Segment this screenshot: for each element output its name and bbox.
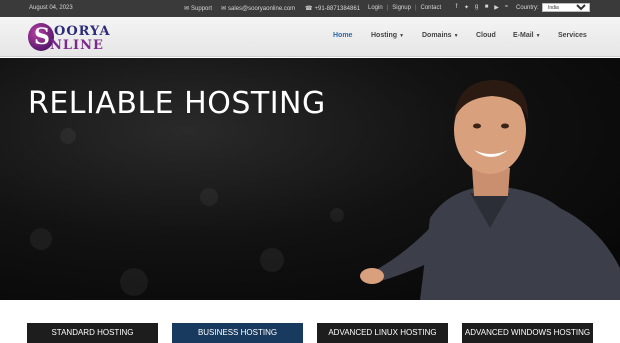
main-nav: Home Hosting ▼ Domains ▼ Cloud E-Mail ▼ Ser… bbox=[0, 32, 620, 44]
tab-standard-hosting[interactable]: STANDARD HOSTING bbox=[27, 323, 158, 343]
nav-email[interactable]: E-Mail ▼ bbox=[513, 32, 541, 39]
bokeh-light bbox=[60, 128, 76, 144]
nav-email-label: E-Mail bbox=[513, 32, 534, 39]
nav-home[interactable]: Home bbox=[333, 32, 352, 39]
nav-hosting-label: Hosting bbox=[371, 32, 398, 39]
nav-hosting[interactable]: Hosting ▼ bbox=[371, 32, 404, 39]
site-header: S OORYA NLINE Home Hosting ▼ Domains ▼ Clo… bbox=[0, 17, 620, 57]
phone-label: +91-8871384861 bbox=[314, 5, 361, 12]
envelope-icon: ✉ bbox=[221, 6, 227, 12]
hero-title: RELIABLE HOSTING bbox=[28, 86, 326, 121]
bokeh-light bbox=[120, 268, 148, 296]
smiling-man-image bbox=[360, 80, 620, 300]
social-links: f ✦ g ■ ▶ ≈ bbox=[454, 4, 509, 11]
bokeh-light bbox=[200, 188, 218, 206]
bokeh-light bbox=[330, 208, 344, 222]
facebook-icon[interactable]: f bbox=[454, 4, 459, 11]
nav-domains[interactable]: Domains ▼ bbox=[422, 32, 459, 39]
support-link[interactable]: ✉ Support bbox=[184, 5, 213, 13]
nav-domains-label: Domains bbox=[422, 32, 452, 39]
phone-link[interactable]: ☎ +91-8871384861 bbox=[305, 5, 361, 13]
email-link[interactable]: ✉ sales@sooryaonline.com bbox=[221, 5, 296, 13]
login-link[interactable]: Login bbox=[368, 5, 383, 11]
headset-icon: ☎ bbox=[305, 6, 313, 12]
google-plus-icon[interactable]: g bbox=[474, 4, 479, 11]
twitter-icon[interactable]: ✦ bbox=[464, 4, 469, 11]
tab-advanced-windows-hosting[interactable]: ADVANCED WINDOWS HOSTING bbox=[462, 323, 593, 343]
hosting-tabs: STANDARD HOSTING BUSINESS HOSTING ADVANC… bbox=[0, 300, 620, 343]
nav-services[interactable]: Services bbox=[558, 32, 587, 39]
nav-cloud[interactable]: Cloud bbox=[476, 32, 496, 39]
tab-business-hosting[interactable]: BUSINESS HOSTING bbox=[172, 323, 303, 343]
hero-banner: RELIABLE HOSTING bbox=[0, 58, 620, 300]
chevron-down-icon: ▼ bbox=[535, 33, 541, 39]
bokeh-light bbox=[260, 248, 284, 272]
country-label: Country: bbox=[516, 5, 539, 11]
rss-icon[interactable]: ≈ bbox=[504, 4, 509, 11]
account-links: Login | Signup | Contact bbox=[368, 5, 441, 11]
top-utility-bar: August 04, 2023 ✉ Support ✉ sales@soorya… bbox=[0, 0, 620, 17]
linkedin-icon[interactable]: ■ bbox=[484, 4, 489, 11]
chevron-down-icon: ▼ bbox=[453, 33, 459, 39]
email-label: sales@sooryaonline.com bbox=[228, 5, 296, 12]
separator: | bbox=[414, 5, 417, 11]
chat-icon: ✉ bbox=[184, 6, 190, 12]
current-date: August 04, 2023 bbox=[29, 5, 73, 11]
support-label: Support bbox=[191, 5, 213, 12]
chevron-down-icon: ▼ bbox=[399, 33, 405, 39]
separator: | bbox=[386, 5, 389, 11]
tab-advanced-linux-hosting[interactable]: ADVANCED LINUX HOSTING bbox=[317, 323, 448, 343]
bokeh-light bbox=[30, 228, 52, 250]
youtube-icon[interactable]: ▶ bbox=[494, 4, 499, 11]
contact-link[interactable]: Contact bbox=[421, 5, 442, 11]
signup-link[interactable]: Signup bbox=[392, 5, 411, 11]
country-select[interactable]: India bbox=[542, 3, 590, 12]
